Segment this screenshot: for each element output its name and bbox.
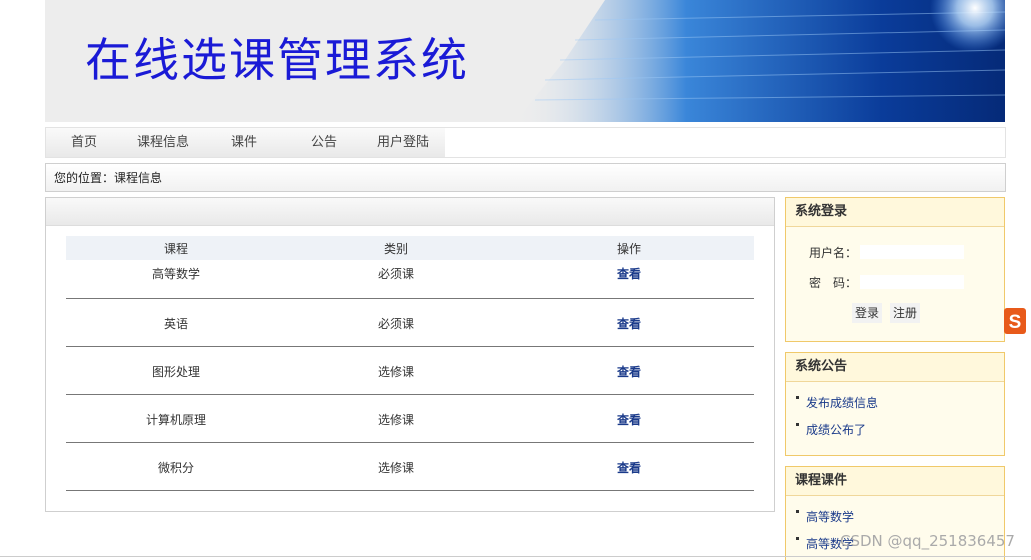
bullet-icon <box>796 537 799 540</box>
course-type: 必须课 <box>377 267 415 281</box>
main-nav: 首页 课程信息 课件 公告 用户登陆 <box>45 127 1006 158</box>
watermark-text: CSDN @qq_251836457 <box>840 532 1015 550</box>
view-link[interactable]: 查看 <box>617 411 641 428</box>
table-row: 图形处理 选修课 查看 <box>66 346 754 395</box>
course-panel: 课程 类别 操作 高等数学 必须课 查看 英语 必须课 查看 图形处理 选修课 … <box>45 197 775 512</box>
course-name: 英语 <box>163 317 189 331</box>
breadcrumb-text: 您的位置：课程信息 <box>54 171 163 185</box>
list-item: 成绩公布了 <box>796 421 866 438</box>
bullet-icon <box>796 510 799 513</box>
table-row: 英语 必须课 查看 <box>66 298 754 347</box>
view-link[interactable]: 查看 <box>617 363 641 380</box>
course-name: 图形处理 <box>151 365 201 379</box>
bullet-icon <box>796 423 799 426</box>
course-type: 必须课 <box>377 317 415 331</box>
nav-item-courses[interactable]: 课程信息 <box>137 128 189 157</box>
course-name: 微积分 <box>157 461 195 475</box>
courseware-box-title: 课程课件 <box>786 467 1004 496</box>
password-label: 密 码： <box>809 276 858 290</box>
table-row: 计算机原理 选修课 查看 <box>66 394 754 443</box>
username-label: 用户名： <box>809 246 858 260</box>
breadcrumb: 您的位置：课程信息 <box>45 163 1006 192</box>
course-type: 选修课 <box>377 413 415 427</box>
list-item: 发布成绩信息 <box>796 394 878 411</box>
notices-box: 系统公告 发布成绩信息 成绩公布了 <box>785 352 1005 456</box>
course-type: 选修课 <box>377 461 415 475</box>
login-box-title: 系统登录 <box>786 198 1004 227</box>
view-link[interactable]: 查看 <box>617 265 641 282</box>
nav-item-home[interactable]: 首页 <box>71 128 97 157</box>
register-button[interactable]: 注册 <box>890 303 921 323</box>
course-type: 选修课 <box>377 365 415 379</box>
ime-icon[interactable]: S <box>1004 308 1026 334</box>
nav-bar: 首页 课程信息 课件 公告 用户登陆 <box>46 128 445 157</box>
nav-item-courseware[interactable]: 课件 <box>231 128 257 157</box>
view-link[interactable]: 查看 <box>617 459 641 476</box>
view-link[interactable]: 查看 <box>617 315 641 332</box>
notice-link[interactable]: 成绩公布了 <box>806 423 866 437</box>
nav-item-login[interactable]: 用户登陆 <box>377 128 429 157</box>
course-name: 计算机原理 <box>145 413 207 427</box>
nav-item-notices[interactable]: 公告 <box>311 128 337 157</box>
header-banner: 在线选课管理系统 <box>45 0 1005 122</box>
password-input[interactable] <box>860 275 964 289</box>
login-button[interactable]: 登录 <box>852 303 883 323</box>
table-row: 微积分 选修课 查看 <box>66 442 754 491</box>
bullet-icon <box>796 396 799 399</box>
table-row: 高等数学 必须课 查看 <box>66 250 754 299</box>
login-box: 系统登录 用户名： 密 码： 登录 注册 <box>785 197 1005 342</box>
svg-text:S: S <box>1009 312 1022 333</box>
site-title: 在线选课管理系统 <box>85 33 469 87</box>
divider <box>0 556 1031 557</box>
list-item: 高等数学 <box>796 508 854 525</box>
course-name: 高等数学 <box>151 267 201 281</box>
courseware-link[interactable]: 高等数学 <box>806 510 854 524</box>
panel-header <box>46 198 774 226</box>
notice-link[interactable]: 发布成绩信息 <box>806 396 878 410</box>
username-input[interactable] <box>860 245 964 259</box>
notices-box-title: 系统公告 <box>786 353 1004 382</box>
